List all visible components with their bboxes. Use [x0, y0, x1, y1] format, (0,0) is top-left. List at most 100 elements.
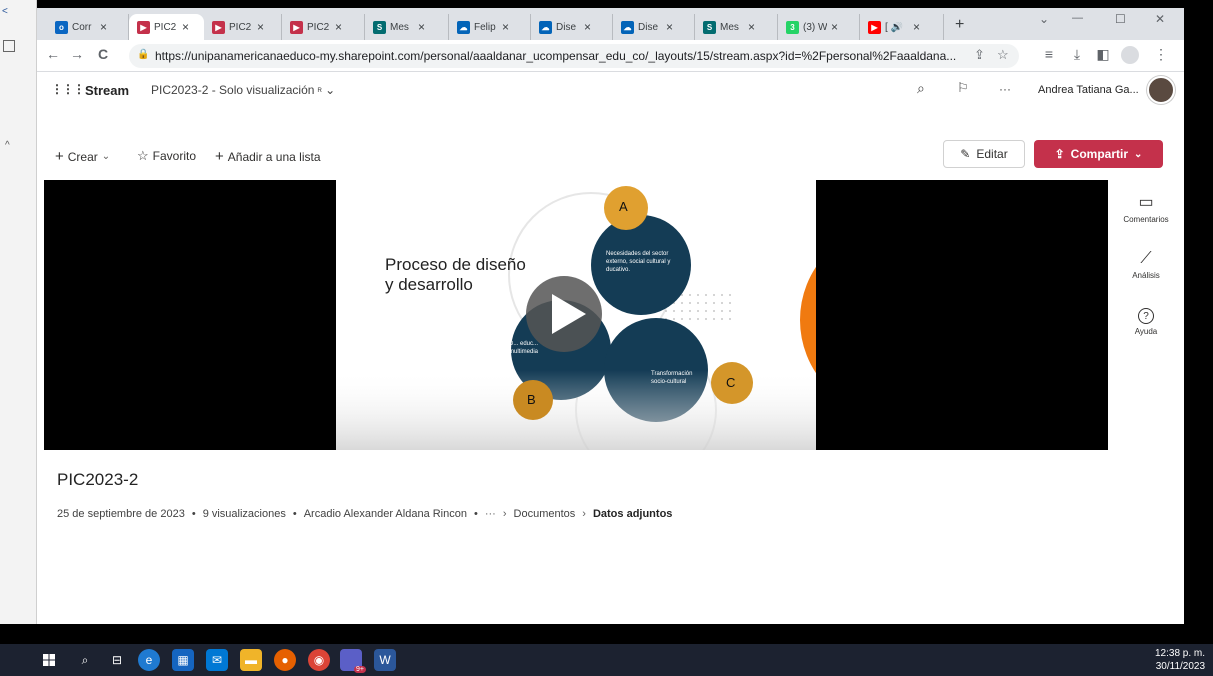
command-bar: + Crear ⌄ ☆ Favorito + Añadir a una list… — [37, 140, 1184, 172]
word-icon[interactable]: W — [374, 649, 396, 671]
side-panel-icon[interactable]: ◧ — [1093, 46, 1113, 63]
collapse-icon[interactable]: < — [2, 6, 8, 17]
maximize-button[interactable]: ☐ — [1115, 12, 1126, 26]
author-name[interactable]: Arcadio Alexander Aldana Rincon — [304, 508, 467, 520]
system-clock[interactable]: 12:38 p. m. 30/11/2023 — [1155, 647, 1205, 673]
back-button[interactable]: ← — [43, 46, 63, 62]
bubble-c-text: Transformación socio-cultural — [651, 371, 693, 385]
tab-favicon-icon: ☁ — [539, 20, 552, 34]
create-label: Crear — [67, 149, 98, 164]
download-icon[interactable]: ⤓ — [1067, 46, 1087, 63]
search-icon[interactable]: ⌕ — [917, 80, 925, 97]
new-tab-button[interactable]: + — [955, 16, 964, 34]
help-button[interactable]: ? Ayuda — [1108, 308, 1184, 336]
reading-list-icon[interactable]: ≡ — [1039, 46, 1059, 62]
chevron-up-icon[interactable]: ^ — [5, 140, 10, 151]
slide-title-line1: Proceso de diseño — [385, 255, 526, 274]
forward-button[interactable]: → — [67, 46, 87, 62]
browser-tab[interactable]: ▶ PIC2 × — [129, 14, 204, 40]
browser-tab[interactable]: ☁ Felip × — [449, 14, 531, 40]
create-button[interactable]: + Crear ⌄ — [55, 148, 110, 165]
feedback-icon[interactable]: ⚐ — [957, 80, 969, 96]
tab-close-icon[interactable]: × — [831, 20, 838, 34]
video-player[interactable]: Proceso de diseño y desarrollo A B C Nec… — [44, 180, 1108, 450]
taskbar: ⌕ ⊟ e ▦ ✉ ▬ ● ◉ 9+ W 12:38 p. m. 30/11/2… — [0, 644, 1213, 676]
bookmark-star-icon[interactable]: ☆ — [997, 47, 1009, 63]
edge-icon[interactable]: e — [138, 649, 160, 671]
store-icon[interactable]: ▦ — [172, 649, 194, 671]
analytics-button[interactable]: ⟋ Análisis — [1108, 250, 1184, 280]
tab-label: Dise — [638, 21, 659, 33]
browser-tab[interactable]: 3 (3) W × — [778, 14, 860, 40]
browser-tab[interactable]: S Mes × — [365, 14, 449, 40]
share-icon: ⇪ — [1054, 147, 1065, 161]
browser-tab[interactable]: S Mes × — [695, 14, 778, 40]
user-name[interactable]: Andrea Tatiana Ga... — [1038, 84, 1139, 96]
browser-tab[interactable]: o Corr × — [47, 14, 129, 40]
tab-strip: o Corr × ▶ PIC2 × ▶ PIC2 × ▶ PIC2 × S Mes × ☁ Felip × ☁ Dis… — [37, 8, 1184, 40]
app-launcher-icon[interactable]: ⋮⋮⋮ — [51, 82, 85, 96]
reload-button[interactable]: C — [93, 46, 113, 62]
edit-button[interactable]: ✎ Editar — [943, 140, 1025, 168]
view-count: 9 visualizaciones — [202, 508, 286, 520]
chevron-right-icon: › — [502, 508, 507, 520]
search-icon[interactable]: ⌕ — [74, 649, 96, 671]
minimize-button[interactable]: — — [1072, 12, 1083, 24]
tab-close-icon[interactable]: × — [502, 20, 509, 34]
tab-close-icon[interactable]: × — [335, 20, 342, 34]
comments-button[interactable]: ▭ Comentarios — [1108, 192, 1184, 224]
tab-label: Mes — [720, 21, 739, 33]
tab-label: PIC2 — [154, 21, 177, 33]
tab-favicon-icon: ▶ — [868, 20, 881, 34]
favorite-button[interactable]: ☆ Favorito — [137, 148, 196, 164]
plus-icon: + — [215, 148, 224, 165]
tab-label: Corr — [72, 21, 92, 33]
share-label: Compartir — [1070, 147, 1128, 161]
browser-tab[interactable]: ☁ Dise × — [531, 14, 613, 40]
breadcrumb-attachments[interactable]: Datos adjuntos — [593, 508, 672, 520]
avatar[interactable] — [1147, 76, 1175, 104]
tab-label: [ 🔊 — [885, 21, 904, 33]
file-explorer-icon[interactable]: ▬ — [240, 649, 262, 671]
tab-close-icon[interactable]: × — [584, 20, 591, 34]
tab-close-icon[interactable]: × — [257, 20, 264, 34]
breadcrumb-overflow[interactable]: ··· — [485, 508, 496, 520]
play-button[interactable] — [562, 292, 626, 340]
profile-icon[interactable] — [1121, 46, 1139, 64]
share-page-icon[interactable]: ⇪ — [974, 47, 985, 63]
windows-start-icon[interactable] — [38, 649, 60, 671]
app-name[interactable]: Stream — [85, 83, 129, 98]
mail-icon[interactable]: ✉ — [206, 649, 228, 671]
address-bar[interactable]: 🔒 https://unipanamericanaeduco-my.sharep… — [129, 44, 1019, 68]
tab-favicon-icon: 3 — [786, 20, 799, 34]
add-to-list-button[interactable]: + Añadir a una lista — [215, 148, 321, 165]
teams-icon[interactable]: 9+ — [340, 649, 366, 673]
tab-close-icon[interactable]: × — [100, 20, 107, 34]
tab-label: (3) W — [803, 21, 827, 33]
browser-tab[interactable]: ▶ PIC2 × — [204, 14, 282, 40]
tab-close-icon[interactable]: × — [666, 20, 673, 34]
more-options-button[interactable]: ··· — [999, 82, 1011, 96]
browser-tab[interactable]: ☁ Dise × — [613, 14, 695, 40]
checkbox-icon[interactable] — [3, 40, 15, 52]
share-button[interactable]: ⇪ Compartir ⌄ — [1034, 140, 1163, 168]
task-view-icon[interactable]: ⊟ — [106, 649, 128, 671]
add-to-list-label: Añadir a una lista — [227, 149, 321, 164]
firefox-icon[interactable]: ● — [274, 649, 296, 671]
tab-close-icon[interactable]: × — [418, 20, 425, 34]
bubble-b-label: B — [527, 392, 536, 407]
tab-close-icon[interactable]: × — [913, 20, 920, 34]
tab-close-icon[interactable]: × — [748, 20, 755, 34]
clock-time: 12:38 p. m. — [1155, 648, 1206, 659]
tab-close-icon[interactable]: × — [182, 20, 189, 34]
browser-tab[interactable]: ▶ [ 🔊 × — [860, 14, 944, 40]
tab-search-button[interactable]: ⌄ — [1039, 12, 1049, 26]
help-icon: ? — [1138, 308, 1154, 324]
document-title[interactable]: PIC2023-2 - Solo visualización ᴿ ⌄ — [151, 83, 335, 97]
chrome-icon[interactable]: ◉ — [308, 649, 330, 671]
close-window-button[interactable]: ✕ — [1155, 12, 1165, 26]
breadcrumb-documents[interactable]: Documentos — [514, 508, 576, 520]
browser-menu-icon[interactable]: ⋮ — [1151, 46, 1171, 63]
slide-title-line2: y desarrollo — [385, 275, 473, 294]
browser-tab[interactable]: ▶ PIC2 × — [282, 14, 365, 40]
